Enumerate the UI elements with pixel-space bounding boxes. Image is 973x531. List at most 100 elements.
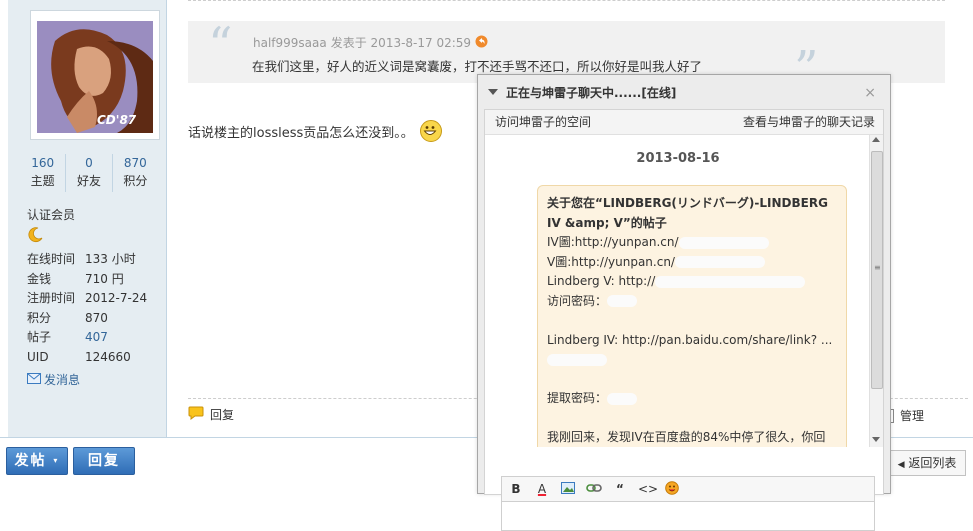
reply-link[interactable]: 回复 xyxy=(188,406,234,423)
info-row: 在线时间 133 小时 xyxy=(27,250,167,270)
message-line: 访问密码： xyxy=(547,292,837,312)
envelope-icon xyxy=(27,372,41,387)
posts-count-link[interactable]: 407 xyxy=(85,328,108,348)
smiley-icon[interactable] xyxy=(664,480,680,498)
send-message-link[interactable]: 发消息 xyxy=(27,371,80,388)
message-line: Lindberg V: http:// xyxy=(547,272,837,292)
message-subject: 关于您在“LINDBERG(リンドバーグ)-LINDBERG IV &amp; … xyxy=(547,196,828,230)
jump-to-post-icon[interactable] xyxy=(475,35,488,51)
scroll-up-icon[interactable] xyxy=(872,137,880,142)
message-line-text[interactable]: Lindberg V: http:// xyxy=(547,274,655,288)
info-value: 124660 xyxy=(85,349,131,364)
bold-button[interactable]: B xyxy=(508,482,524,496)
info-row: 金钱 710 円 xyxy=(27,270,167,290)
avatar-image[interactable]: CD'87 xyxy=(37,21,153,133)
author-profile-panel: CD'87 160 主题 0 好友 870 积分 认证会员 在线时间 133 小… xyxy=(8,0,167,437)
chevron-down-icon[interactable]: ▾ xyxy=(53,456,59,465)
message-line-text: 访问密码： xyxy=(547,293,608,308)
chat-messages[interactable]: 2013-08-16 关于您在“LINDBERG(リンドバーグ)-LINDBER… xyxy=(485,135,883,447)
quote-author[interactable]: half999saaa xyxy=(253,36,327,50)
info-row: 积分 870 xyxy=(27,309,167,329)
message-line-text[interactable]: IV圖:http://yunpan.cn/ xyxy=(547,235,679,249)
back-to-list-label[interactable]: 返回列表 xyxy=(908,456,956,470)
info-key: 注册时间 xyxy=(27,291,76,305)
stat-label: 好友 xyxy=(76,174,101,188)
stat-friends[interactable]: 0 好友 xyxy=(65,154,111,192)
send-message-label[interactable]: 发消息 xyxy=(44,371,80,388)
stat-number[interactable]: 0 xyxy=(66,154,111,172)
info-value: 870 xyxy=(85,310,108,325)
redacted-text xyxy=(655,275,806,288)
info-key: 在线时间 xyxy=(27,252,76,266)
editor-toolbar: B A “ <> xyxy=(501,476,875,502)
stat-points[interactable]: 870 积分 xyxy=(111,154,158,192)
visit-space-link[interactable]: 访问坤雷子的空间 xyxy=(495,110,591,134)
font-color-button[interactable]: A xyxy=(534,482,550,496)
quote-button[interactable]: “ xyxy=(612,482,628,496)
quote-open-mark: “ xyxy=(208,17,233,73)
message-line xyxy=(547,350,837,370)
chat-titlebar[interactable]: 正在与坤雷子聊天中......[在线] xyxy=(478,75,890,109)
info-key: UID xyxy=(27,349,49,364)
message-line-text[interactable]: V圖:http://yunpan.cn/ xyxy=(547,255,675,269)
moon-icon xyxy=(26,226,44,244)
post-message: 话说楼主的lossless贡品怎么还没到。。 xyxy=(188,120,442,142)
message-line: IV圖:http://yunpan.cn/ xyxy=(547,233,837,253)
close-icon[interactable]: × xyxy=(864,85,876,101)
redacted-text xyxy=(547,353,607,366)
quote-time: 发表于 2013-8-17 02:59 xyxy=(330,36,472,50)
stat-threads[interactable]: 160 主题 xyxy=(20,154,65,192)
code-button[interactable]: <> xyxy=(638,482,658,496)
chat-message-input[interactable] xyxy=(501,501,875,531)
manage-label[interactable]: 管理 xyxy=(900,407,924,424)
chat-links-bar: 访问坤雷子的空间 查看与坤雷子的聊天记录 xyxy=(485,110,883,135)
stat-label: 主题 xyxy=(30,174,55,188)
info-key: 帖子 xyxy=(27,330,52,344)
quote-meta: half999saaa 发表于 2013-8-17 02:59 xyxy=(253,34,488,51)
info-row: 注册时间 2012-7-24 xyxy=(27,289,167,309)
profile-stats: 160 主题 0 好友 870 积分 xyxy=(20,154,158,192)
message-line: 我刚回来，发现IV在百度盘的84%中停了很久，你回去听听看，如果有那一首歌有问题… xyxy=(547,430,826,444)
avatar[interactable]: CD'87 xyxy=(30,10,160,140)
message-line[interactable]: Lindberg IV: http://pan.baidu.com/share/… xyxy=(547,331,837,351)
grip-icon: ≡ xyxy=(874,263,881,272)
back-to-list-button[interactable]: ◀ 返回列表 xyxy=(888,450,966,476)
info-key: 金钱 xyxy=(27,271,52,286)
member-group[interactable]: 认证会员 xyxy=(27,206,75,223)
profile-info: 在线时间 133 小时 金钱 710 円 注册时间 2012-7-24 积分 8… xyxy=(27,250,167,367)
chat-window[interactable]: 正在与坤雷子聊天中......[在线] × 访问坤雷子的空间 查看与坤雷子的聊天… xyxy=(477,74,891,531)
stat-number[interactable]: 870 xyxy=(113,154,158,172)
quote-text: 在我们这里，好人的近义词是窝囊废，打不还手骂不还口，所以你好是叫我人好了 xyxy=(252,59,703,74)
message-line: 提取密码： xyxy=(547,389,837,409)
avatar-caption: CD'87 xyxy=(97,113,137,127)
stat-label: 积分 xyxy=(123,174,148,188)
message-line-text: 提取密码： xyxy=(547,391,608,405)
info-value: 2012-7-24 xyxy=(85,291,148,305)
reply-button[interactable]: 回复 xyxy=(73,447,135,475)
message-bubble: 关于您在“LINDBERG(リンドバーグ)-LINDBERG IV &amp; … xyxy=(537,185,847,447)
scroll-down-icon[interactable] xyxy=(872,437,880,442)
grin-smiley-icon xyxy=(419,120,442,142)
chat-title: 正在与坤雷子聊天中......[在线] xyxy=(506,86,677,100)
scroll-thumb[interactable]: ≡ xyxy=(871,151,883,389)
insert-link-icon[interactable] xyxy=(586,482,602,496)
info-key: 积分 xyxy=(27,310,52,325)
info-value: 133 小时 xyxy=(85,252,136,266)
chat-scrollbar[interactable]: ≡ xyxy=(869,135,883,447)
stat-number[interactable]: 160 xyxy=(20,154,65,172)
chevron-left-icon: ◀ xyxy=(897,460,905,470)
redacted-text xyxy=(607,295,638,307)
new-post-label[interactable]: 发帖 xyxy=(15,453,47,469)
reply-bubble-icon xyxy=(188,406,204,423)
view-history-link[interactable]: 查看与坤雷子的聊天记录 xyxy=(743,110,875,134)
new-post-button[interactable]: 发帖 ▾ xyxy=(6,447,68,475)
message-date: 2013-08-16 xyxy=(636,151,720,166)
redacted-text xyxy=(678,236,769,249)
reply-label[interactable]: 回复 xyxy=(210,406,234,423)
post-divider xyxy=(188,0,945,1)
post-text: 话说楼主的lossless贡品怎么还没到。。 xyxy=(188,125,414,141)
collapse-arrow-icon[interactable] xyxy=(488,89,498,95)
redacted-text xyxy=(607,392,638,405)
